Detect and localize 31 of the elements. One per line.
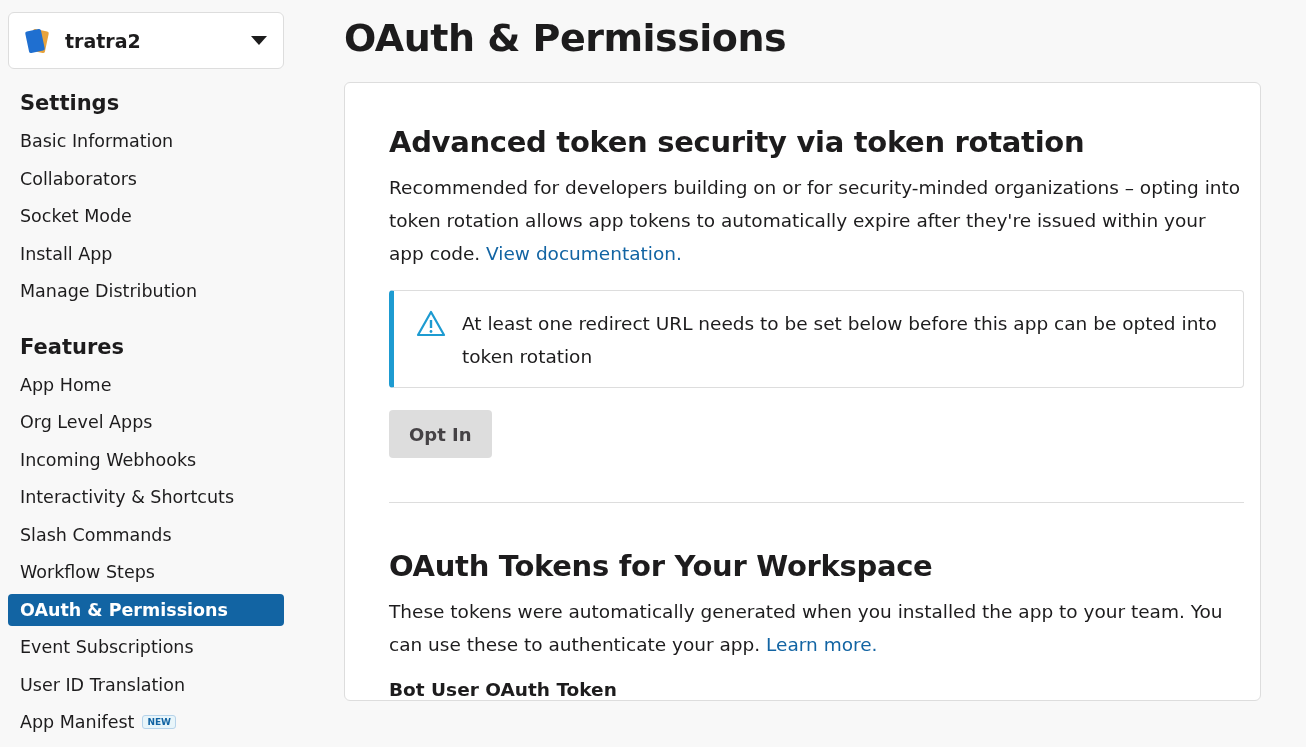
app-switcher[interactable]: tratra2 — [8, 12, 284, 69]
sidebar-item[interactable]: OAuth & Permissions — [8, 593, 284, 626]
sidebar-item[interactable]: Interactivity & Shortcuts — [8, 481, 284, 513]
sidebar-item[interactable]: Slash Commands — [8, 518, 284, 551]
caret-icon — [251, 36, 267, 45]
sidebar-item[interactable]: Org Level Apps — [8, 406, 284, 438]
warning-icon — [416, 310, 446, 338]
documentation-link[interactable]: Learn more. — [766, 634, 878, 655]
page-title: OAuth & Permissions — [344, 16, 788, 60]
sidebar-item[interactable]: Basic Information — [8, 125, 284, 157]
sidebar-item[interactable]: Manage Distribution — [8, 275, 284, 307]
sidebar-item[interactable]: Event Subscriptions — [8, 631, 284, 663]
book-icon — [23, 26, 51, 55]
documentation-link[interactable]: View documentation. — [486, 243, 682, 264]
sidebar-item[interactable]: Socket Mode — [8, 200, 284, 232]
sidebar-item[interactable]: Collaborators — [8, 162, 284, 195]
section-description: These tokens were automatically generated when you installed the app to your team. You can use these to authenticate your app. Learn more. — [389, 600, 1224, 657]
section-description: Recommended for developers building on or for security-minded organizations – opting into token rotation allows app tokens to automatically expire after they're issued within your app code. View documentation. — [389, 176, 1242, 266]
sidebar-item[interactable]: Workflow Steps — [8, 556, 284, 588]
sidebar-item[interactable]: User ID Translation — [8, 668, 284, 701]
section-title: OAuth Tokens for Your Workspace — [389, 549, 934, 583]
new-badge: NEW — [142, 715, 177, 729]
sidebar-item[interactable]: Install App — [8, 237, 284, 270]
sidebar-heading: Settings — [19, 91, 121, 115]
alert-text: At least one redirect URL needs to be set below before this app can be opted into token rotation — [462, 312, 1218, 369]
field-label: Bot User OAuth Token — [389, 679, 618, 700]
sidebar-item[interactable]: Incoming Webhooks — [8, 443, 284, 476]
section-title: Advanced token security via token rotation — [389, 125, 1086, 159]
sidebar-heading: Features — [19, 334, 125, 359]
sidebar-item[interactable]: App Manifest — [20, 712, 135, 732]
sidebar-item[interactable]: App Home — [8, 368, 284, 401]
